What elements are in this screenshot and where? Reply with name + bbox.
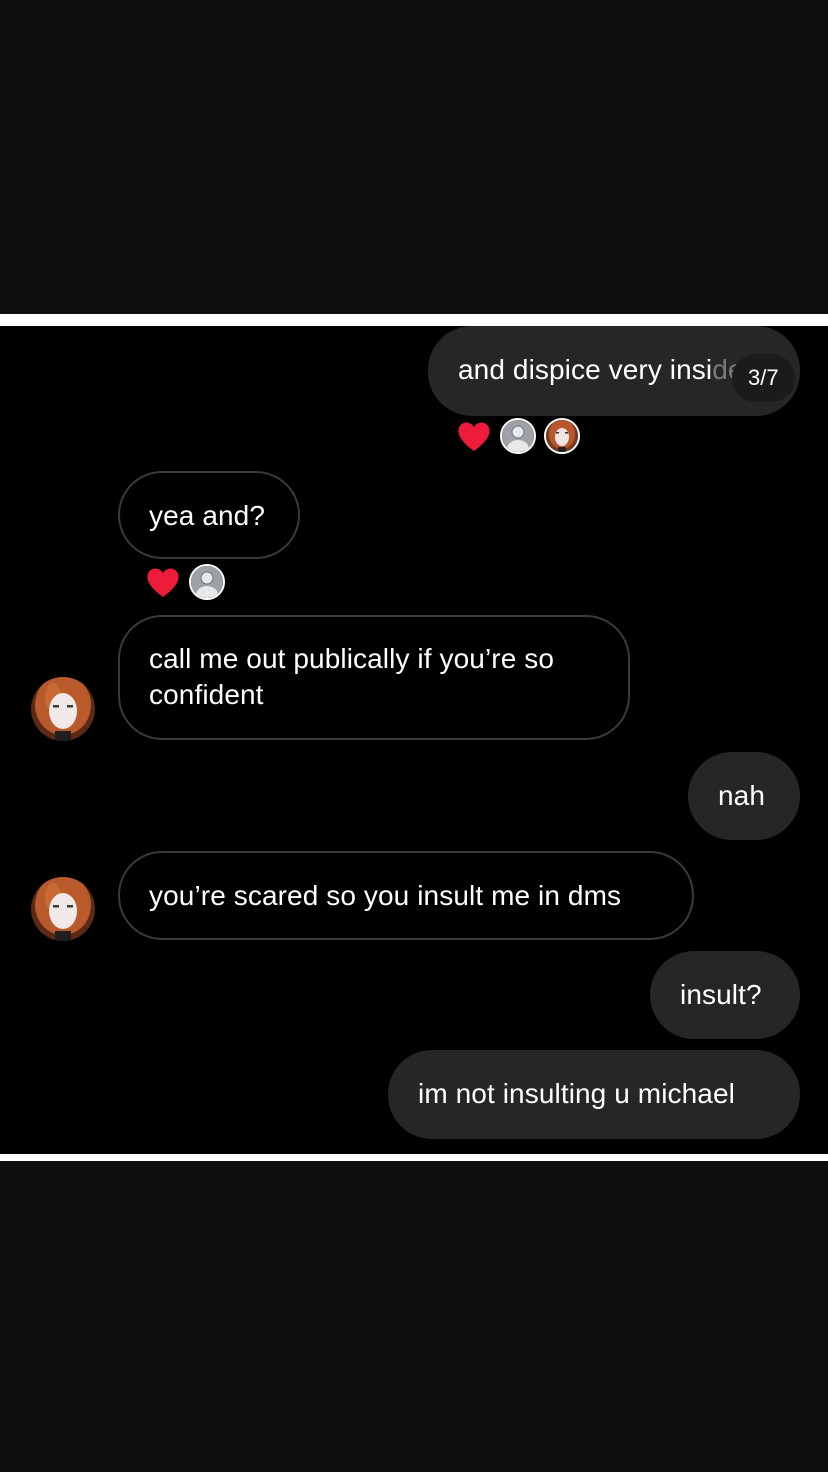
message-text: yea and? xyxy=(149,500,266,531)
bottom-dark-frame xyxy=(0,1161,828,1472)
chat-thread[interactable]: and dispice very inside 3/7 yea and? cal… xyxy=(0,326,828,1154)
message-text: im not insulting u michael xyxy=(418,1078,735,1109)
heart-reaction-icon xyxy=(147,568,179,597)
message-text: call me out publically if you’re so conf… xyxy=(149,643,555,710)
top-dark-frame xyxy=(0,0,828,314)
default-avatar-icon xyxy=(500,418,536,454)
message-text: nah xyxy=(718,780,766,811)
sent-message-bubble[interactable]: insult? xyxy=(650,951,800,1039)
default-avatar-icon xyxy=(189,564,225,600)
image-counter-badge: 3/7 xyxy=(732,354,795,402)
bottom-separator xyxy=(0,1154,828,1161)
message-text: and dispice very insi xyxy=(458,354,713,385)
sender-avatar[interactable] xyxy=(31,877,95,941)
received-message-bubble[interactable]: you’re scared so you insult me in dms xyxy=(118,851,694,940)
sent-message-bubble[interactable]: im not insulting u michael xyxy=(388,1050,800,1139)
received-message-bubble[interactable]: yea and? xyxy=(118,471,300,559)
heart-reaction-icon xyxy=(458,422,490,451)
message-reactions[interactable] xyxy=(456,418,580,454)
profile-avatar xyxy=(544,418,580,454)
message-text: you’re scared so you insult me in dms xyxy=(149,880,622,911)
top-separator xyxy=(0,314,828,326)
sent-message-bubble[interactable]: nah xyxy=(688,752,800,840)
message-text: insult? xyxy=(680,979,762,1010)
sender-avatar[interactable] xyxy=(31,677,95,741)
received-message-bubble[interactable]: call me out publically if you’re so conf… xyxy=(118,615,630,740)
message-reactions[interactable] xyxy=(145,564,225,600)
